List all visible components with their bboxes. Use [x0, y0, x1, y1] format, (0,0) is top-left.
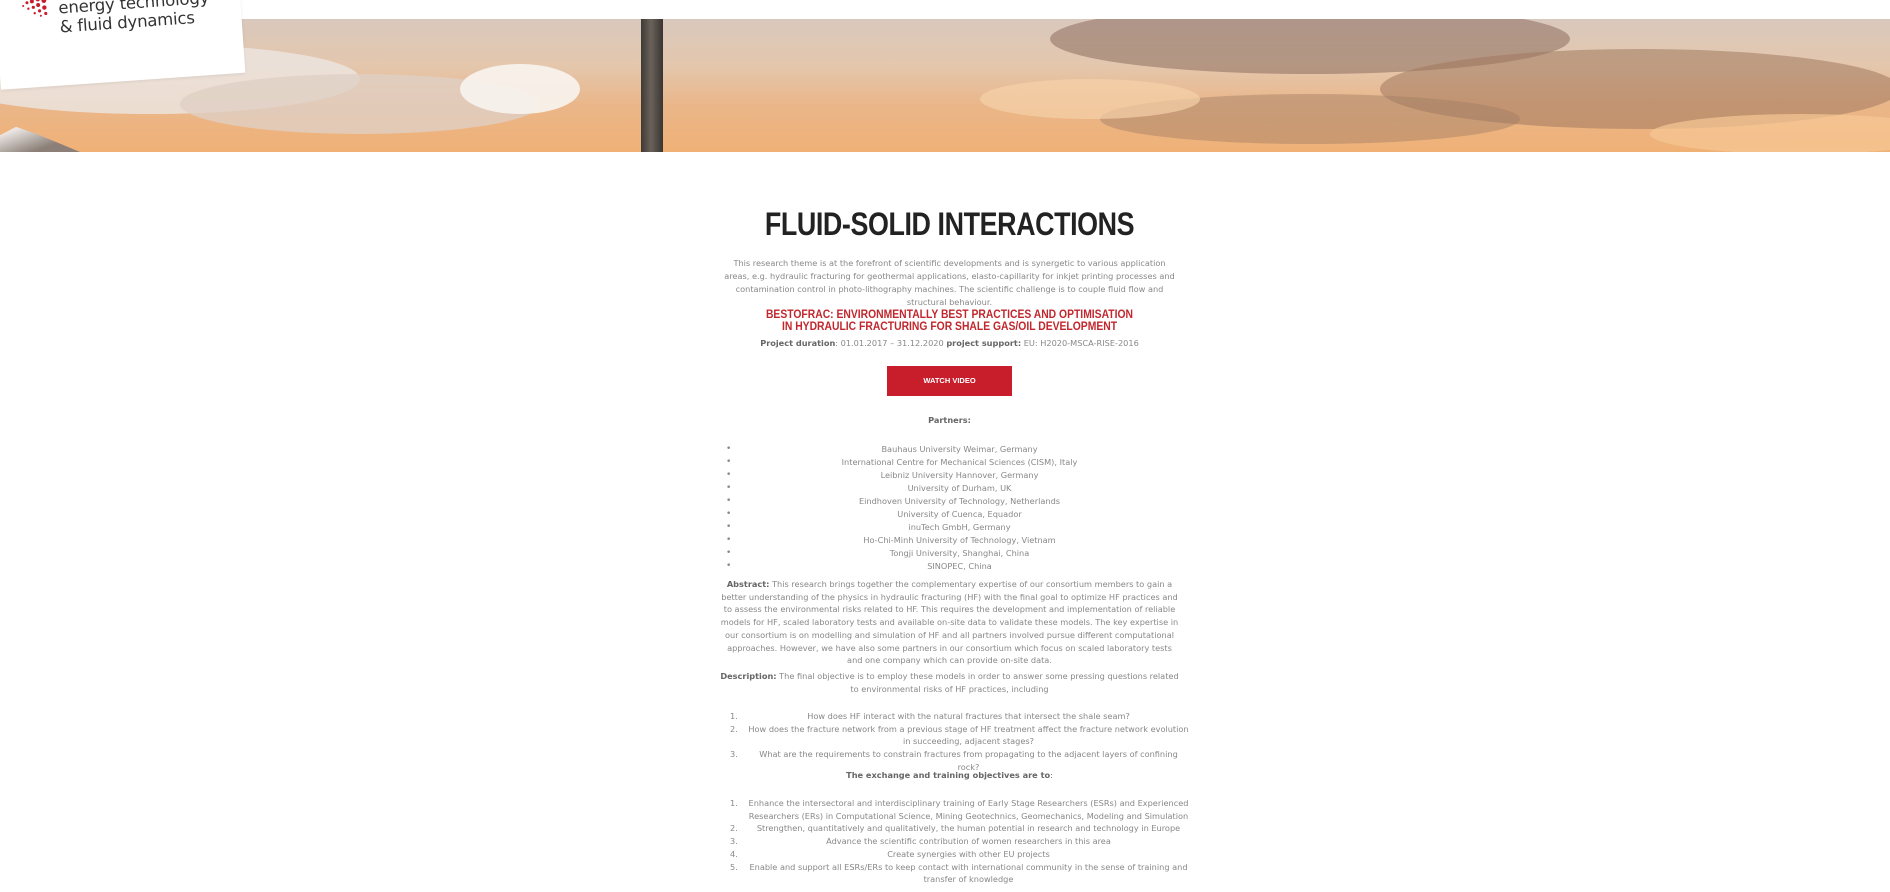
- bullet-dot-icon: •: [726, 470, 732, 480]
- bullet-dot-icon: •: [726, 522, 732, 532]
- description-label: Description:: [720, 671, 777, 681]
- project-title: BESTOFRAC: ENVIRONMENTALLY BEST PRACTICE…: [765, 309, 1134, 333]
- partner-name: Bauhaus University Weimar, Germany: [881, 444, 1038, 454]
- objectives-label-text: The exchange and training objectives are…: [846, 770, 1051, 780]
- objective-text: Strengthen, quantitatively and qualitati…: [756, 823, 1181, 834]
- partner-name: inuTech GmbH, Germany: [908, 522, 1011, 532]
- questions-list: 1. How does HF interact with the natural …: [720, 710, 1199, 774]
- cloud-shape: [460, 64, 580, 114]
- list-number: 5.: [730, 861, 738, 872]
- list-item: 3. Advance the scientific contribution of…: [720, 835, 1199, 848]
- duration-value: : 01.01.2017 – 31.12.2020: [835, 338, 944, 348]
- list-item: • Ho-Chi-Minh University of Technology, V…: [720, 534, 1199, 547]
- partners-label: Partners:: [928, 415, 971, 425]
- bullet-dot-icon: •: [726, 457, 732, 467]
- list-item: • International Centre for Mechanical Sci…: [720, 456, 1199, 469]
- wind-turbine-tower: [641, 19, 663, 152]
- duration-label: Project duration: [760, 338, 836, 348]
- list-item: 4. Create synergies with other EU project…: [720, 848, 1199, 861]
- bullet-dot-icon: •: [726, 496, 732, 506]
- intro-paragraph: This research theme is at the forefront …: [724, 258, 1175, 307]
- list-number: 2.: [730, 723, 738, 734]
- list-number: 1.: [730, 798, 738, 808]
- list-item: • University of Durham, UK: [720, 482, 1199, 495]
- bullet-dot-icon: •: [726, 548, 732, 558]
- objective-text: Advance the scientific contribution of w…: [826, 836, 1111, 847]
- bullet-dot-icon: •: [726, 483, 732, 493]
- bullet-dot-icon: •: [726, 444, 732, 454]
- watch-video-button[interactable]: WATCH VIDEO: [887, 366, 1012, 396]
- objectives-list: 1. Enhance the intersectoral and interdis…: [720, 797, 1199, 886]
- logo-dots-icon: [22, 0, 48, 17]
- list-number: 4.: [730, 848, 738, 859]
- question-text: What are the requirements to constrain f…: [759, 749, 1178, 772]
- list-item: 1. Enhance the intersectoral and interdis…: [720, 797, 1199, 822]
- hero-banner: [0, 19, 1890, 152]
- description-paragraph: Description: The final objective is to e…: [720, 670, 1179, 695]
- partner-name: International Centre for Mechanical Scie…: [841, 457, 1078, 467]
- page-title: FLUID-SOLID INTERACTIONS: [764, 206, 1135, 242]
- list-item: • Eindhoven University of Technology, Net…: [720, 495, 1199, 508]
- partner-name: Ho-Chi-Minh University of Technology, Vi…: [863, 535, 1056, 545]
- list-number: 3.: [730, 749, 738, 760]
- partner-name: University of Durham, UK: [907, 483, 1012, 493]
- list-item: • Bauhaus University Weimar, Germany: [720, 443, 1199, 456]
- partner-name: SINOPEC, China: [927, 561, 992, 571]
- list-item: 2. Strengthen, quantitatively and qualita…: [720, 822, 1199, 835]
- list-item: • Leibniz University Hannover, Germany: [720, 469, 1199, 482]
- bullet-dot-icon: •: [726, 509, 732, 519]
- objective-text: Enhance the intersectoral and interdisci…: [748, 798, 1189, 821]
- objective-text: Enable and support all ESRs/ERs to keep …: [749, 861, 1188, 885]
- list-number: 3.: [730, 836, 738, 847]
- question-text: How does HF interact with the natural fr…: [807, 711, 1130, 721]
- bullet-dot-icon: •: [726, 561, 732, 571]
- description-text: The final objective is to employ these m…: [776, 671, 1179, 694]
- abstract-paragraph: Abstract: This research brings together …: [720, 578, 1179, 667]
- abstract-label: Abstract:: [726, 579, 770, 589]
- partners-list: • Bauhaus University Weimar, Germany • Int…: [720, 443, 1199, 573]
- objective-text: Create synergies with other EU projects: [887, 848, 1050, 859]
- objectives-label-suffix: :: [1050, 770, 1053, 780]
- support-value: EU: H2020-MSCA-RISE-2016: [1021, 338, 1139, 348]
- list-item: • SINOPEC, China: [720, 560, 1199, 573]
- objectives-label: The exchange and training objectives are…: [720, 770, 1179, 780]
- bullet-dot-icon: •: [726, 535, 732, 545]
- list-number: 1.: [730, 711, 738, 721]
- question-text: How does the fracture network from a pre…: [748, 723, 1189, 747]
- list-item: • Tongji University, Shanghai, China: [720, 547, 1199, 560]
- mountain-shape: [0, 126, 80, 152]
- list-item: 5. Enable and support all ESRs/ERs to kee…: [720, 861, 1199, 886]
- support-label: project support:: [946, 338, 1022, 348]
- list-item: 2. How does the fracture network from a p…: [720, 723, 1199, 748]
- partner-name: Leibniz University Hannover, Germany: [880, 470, 1039, 480]
- project-meta: Project duration: 01.01.2017 – 31.12.202…: [720, 338, 1179, 348]
- partner-name: Tongji University, Shanghai, China: [889, 548, 1030, 558]
- list-item: • inuTech GmbH, Germany: [720, 521, 1199, 534]
- list-item: • University of Cuenca, Equador: [720, 508, 1199, 521]
- abstract-text: This research brings together the comple…: [720, 579, 1179, 666]
- list-number: 2.: [730, 823, 738, 834]
- partner-name: University of Cuenca, Equador: [897, 509, 1022, 519]
- list-item: 1. How does HF interact with the natural …: [720, 710, 1199, 723]
- partner-name: Eindhoven University of Technology, Neth…: [858, 496, 1061, 506]
- cloud-shape: [980, 79, 1200, 119]
